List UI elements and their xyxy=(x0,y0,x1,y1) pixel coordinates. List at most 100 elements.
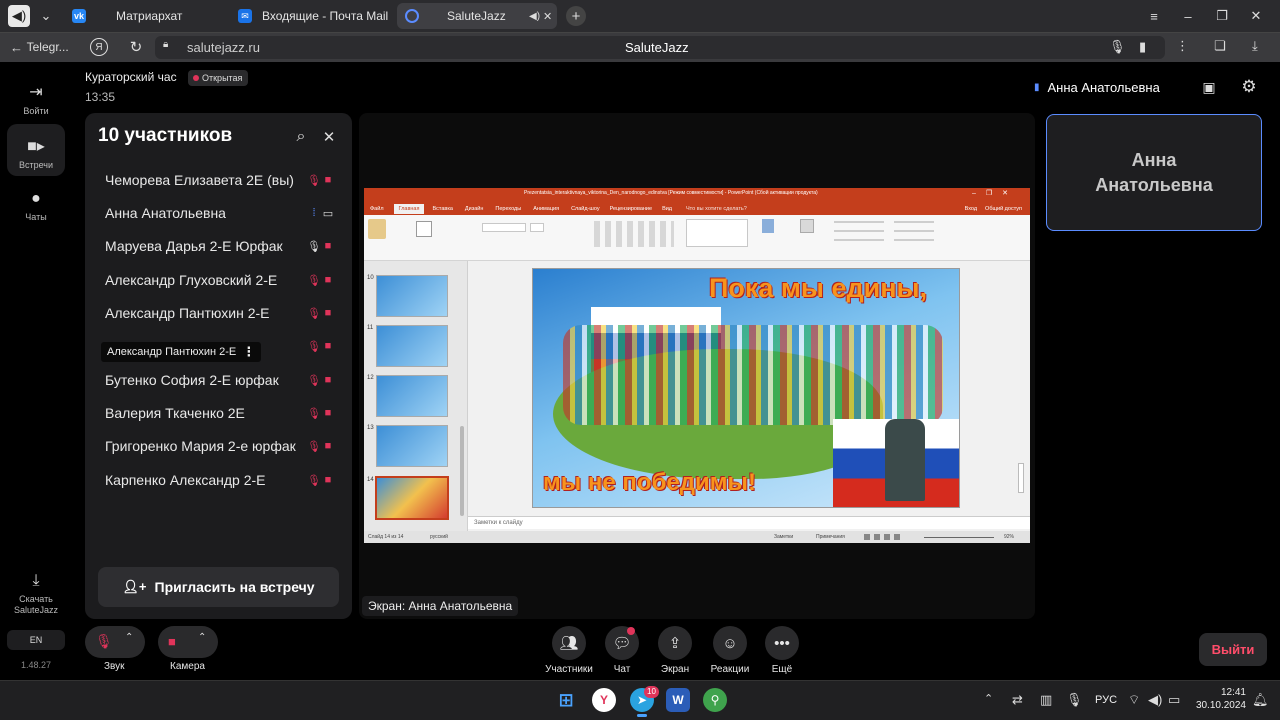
more-button[interactable]: ••• Ещё xyxy=(765,626,799,675)
current-slide[interactable]: Пока мы едины, мы не победимы! xyxy=(532,268,960,508)
layout-icon[interactable]: ▣ xyxy=(1198,78,1220,96)
close-icon[interactable]: ✕ xyxy=(319,127,339,147)
mic-off-icon: 🎙︎ xyxy=(307,307,321,320)
slide-thumbnail[interactable] xyxy=(376,275,448,317)
thumbnails-scrollbar[interactable] xyxy=(460,426,464,516)
camera-off-icon: ■ xyxy=(324,274,332,286)
reload-icon[interactable]: ↻ xyxy=(126,37,146,57)
participant-tile[interactable]: Анна Анатольевна xyxy=(1046,114,1262,231)
invite-button[interactable]: 👤︎+ Пригласить на встречу xyxy=(98,567,339,607)
sync-icon[interactable]: ⇄ xyxy=(1012,692,1023,708)
participant-row[interactable]: Чеморева Елизавета 2Е (вы) 🎙︎ ■ xyxy=(105,170,335,190)
shapes-gallery[interactable] xyxy=(686,219,748,247)
gear-icon[interactable]: ⚙ xyxy=(1238,76,1260,98)
chevron-up-icon[interactable]: ⌃ xyxy=(198,632,206,643)
editing-tools[interactable] xyxy=(894,221,934,247)
volume-icon[interactable]: ◀) xyxy=(1148,692,1162,708)
speaking-icon: ⁞ xyxy=(312,207,316,219)
app-icon[interactable]: ⚲ xyxy=(703,688,727,712)
download-icon[interactable]: ⤓ xyxy=(1252,38,1258,54)
nav-chats[interactable]: ● Чаты xyxy=(7,190,65,222)
font-name-field[interactable] xyxy=(482,223,526,232)
leave-button[interactable]: Выйти xyxy=(1199,633,1267,666)
camera-icon: ■▸ xyxy=(27,138,45,155)
reactions-button[interactable]: ☺ Реакции xyxy=(708,626,752,675)
sound-button[interactable]: 🎙︎ ⌃ xyxy=(85,626,145,658)
participant-row[interactable]: Григоренко Мария 2-е юрфак 🎙︎ ■ xyxy=(105,436,335,456)
participant-row[interactable]: Карпенко Александр 2-Е 🎙︎ ■ xyxy=(105,470,335,490)
participants-button[interactable]: 👥︎ Участники xyxy=(544,626,594,675)
screen-button[interactable]: ⇪ Экран xyxy=(658,626,692,675)
chevron-down-icon[interactable]: ⌄ xyxy=(36,5,56,27)
microphone-icon[interactable]: 🎙︎ xyxy=(1109,39,1126,55)
collections-icon[interactable]: ❏ xyxy=(1214,38,1226,54)
camera-button[interactable]: ■ ⌃ xyxy=(158,626,218,658)
slide-thumbnail-selected[interactable] xyxy=(375,476,449,520)
nav-download[interactable]: ⤓ Скачать SaluteJazz xyxy=(7,572,65,616)
menu-icon[interactable]: ≡ xyxy=(1144,6,1164,26)
camera-label: Камера xyxy=(170,661,205,672)
participant-row[interactable]: Александр Пантюхин 2-Е 🎙︎ ■ xyxy=(105,303,335,323)
mail-icon: ✉ xyxy=(238,9,252,23)
search-icon[interactable]: ⌕ xyxy=(291,127,311,147)
font-size-field[interactable] xyxy=(530,223,544,232)
nav-meetings[interactable]: ■▸ Встречи xyxy=(7,136,65,170)
arrange-icon[interactable] xyxy=(762,219,774,233)
bookmark-icon[interactable]: ▮ xyxy=(1139,39,1146,55)
paragraph-tools[interactable] xyxy=(594,221,674,247)
tab-matriarchy[interactable]: vk Матриархат xyxy=(66,3,226,29)
camera-off-icon: ■ xyxy=(324,474,332,486)
more-icon[interactable]: ⋮ xyxy=(1176,38,1189,54)
slide-thumbnail[interactable] xyxy=(376,325,448,367)
word-icon[interactable]: W xyxy=(666,688,690,712)
participant-row[interactable]: Валерия Ткаченко 2Е 🎙︎ ■ xyxy=(105,403,335,423)
chevron-up-icon[interactable]: ⌃ xyxy=(125,632,133,643)
slide-thumbnail[interactable] xyxy=(376,375,448,417)
tab-close-icon[interactable]: ✕ xyxy=(543,10,552,23)
equalizer-icon[interactable]: ▥ xyxy=(1040,692,1052,708)
wifi-icon[interactable]: ⌔ xyxy=(1128,692,1140,708)
powerpoint-window[interactable]: Prezentatsia_interaktivnaya_viktorina_De… xyxy=(364,188,1030,543)
zoom-slider[interactable] xyxy=(924,537,994,538)
arrow-left-icon: ← xyxy=(10,39,23,55)
participant-row[interactable]: Александр Глуховский 2-Е 🎙︎ ■ xyxy=(105,270,335,290)
tab-mail[interactable]: ✉ Входящие - Почта Mail xyxy=(232,3,392,29)
camera-off-icon: ■ xyxy=(168,634,176,649)
tray-chevron-icon[interactable]: ⌃ xyxy=(984,692,993,705)
battery-icon[interactable]: ▭ xyxy=(1168,692,1180,708)
shape-format-tools[interactable] xyxy=(834,221,884,247)
minimize-icon[interactable]: – xyxy=(1178,6,1198,26)
kebab-menu-icon[interactable]: ⋮ xyxy=(242,342,255,362)
salutejazz-icon xyxy=(405,9,419,23)
url-field[interactable]: 🔒︎ salutejazz.ru SaluteJazz 🎙︎ ▮ xyxy=(155,36,1165,59)
quick-styles-icon[interactable] xyxy=(800,219,814,233)
download-app-icon: ⤓ xyxy=(32,572,40,589)
windows-start-icon[interactable]: ⊞ xyxy=(554,688,578,712)
clock[interactable]: 12:41 30.10.2024 xyxy=(1194,686,1246,712)
back-button[interactable]: ← Telegr... xyxy=(10,37,69,57)
view-buttons[interactable] xyxy=(864,534,904,540)
restore-icon[interactable]: ❐ xyxy=(1212,6,1232,26)
new-tab-icon[interactable]: + xyxy=(566,6,586,26)
paste-icon[interactable] xyxy=(368,219,386,239)
keyboard-language[interactable]: РУС xyxy=(1095,694,1117,706)
participant-row[interactable]: Бутенко София 2-Е юрфак 🎙︎ ■ xyxy=(105,370,335,390)
yandex-browser-icon[interactable]: Y xyxy=(592,688,616,712)
tab-salutejazz[interactable]: SaluteJazz ◀) ✕ xyxy=(397,3,557,29)
notification-bell-icon[interactable]: 🔔︎ xyxy=(1252,692,1269,708)
language-button[interactable]: EN xyxy=(7,630,65,650)
participant-row[interactable]: Маруева Дарья 2-Е Юрфак 🎙︎ ■ xyxy=(105,236,335,256)
tab-audio-icon[interactable]: ◀) xyxy=(529,11,540,22)
slide-scrollbar[interactable] xyxy=(1018,463,1024,493)
tray-mic-icon[interactable]: 🎙︎ xyxy=(1066,692,1083,708)
close-window-icon[interactable]: ✕ xyxy=(1246,6,1266,26)
notes-pane[interactable]: Заметки к слайду xyxy=(468,516,1030,529)
new-slide-icon[interactable] xyxy=(416,221,432,237)
camera-off-icon: ■ xyxy=(324,240,332,252)
sound-label: Звук xyxy=(104,661,125,672)
slide-thumbnail[interactable] xyxy=(376,425,448,467)
nav-login[interactable]: ⇥ Войти xyxy=(7,82,65,116)
speaker-icon[interactable]: ◀) xyxy=(8,5,30,27)
participant-row[interactable]: Анна Анатольевна ⁞ ▭ xyxy=(105,203,335,223)
yandex-icon[interactable]: Я xyxy=(90,38,108,56)
